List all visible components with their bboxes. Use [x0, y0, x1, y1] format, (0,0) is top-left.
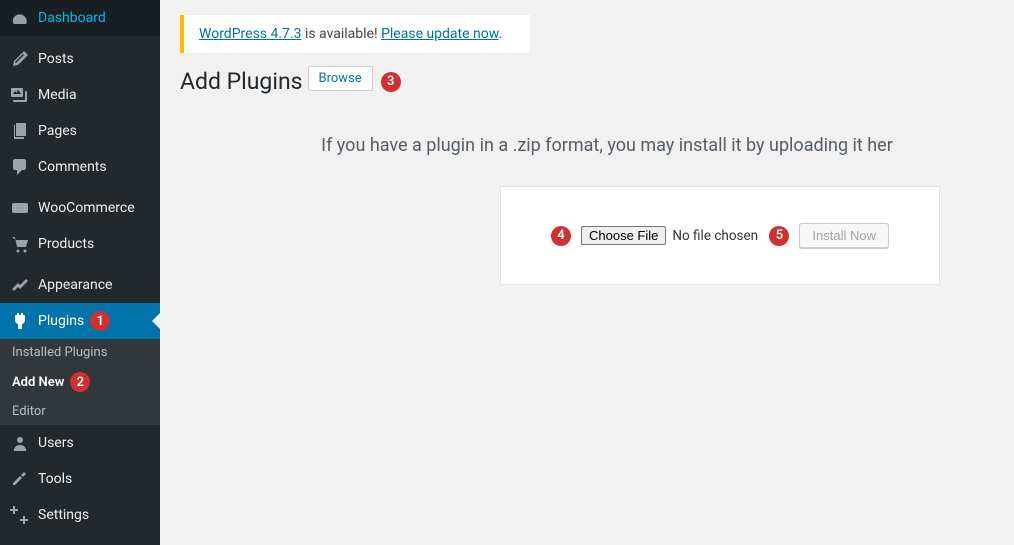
annotation-badge-1: 1 [90, 311, 110, 331]
page-icon [10, 121, 30, 141]
pin-icon [10, 49, 30, 69]
plugins-submenu: Installed Plugins Add New 2 Editor [0, 339, 160, 425]
choose-file-button[interactable]: Choose File [581, 226, 666, 245]
install-group: 5 Install Now [769, 223, 889, 248]
sidebar-item-label: Dashboard [38, 10, 106, 26]
submenu-label: Installed Plugins [12, 345, 107, 360]
sidebar-item-label: WooCommerce [38, 200, 135, 216]
media-icon [10, 85, 30, 105]
update-notice: WordPress 4.7.3 is available! Please upd… [180, 15, 530, 53]
sidebar-item-woocommerce[interactable]: WooCommerce [0, 190, 160, 226]
plugin-icon [10, 311, 30, 331]
browse-button[interactable]: Browse [308, 66, 373, 91]
sidebar-item-pages[interactable]: Pages [0, 113, 160, 149]
products-icon [10, 234, 30, 254]
main-content: WordPress 4.7.3 is available! Please upd… [160, 0, 1014, 305]
sidebar-item-label: Pages [38, 123, 77, 139]
sidebar-item-settings[interactable]: Settings [0, 497, 160, 533]
sidebar-item-tools[interactable]: Tools [0, 461, 160, 497]
sidebar-item-users[interactable]: Users [0, 425, 160, 461]
install-now-button[interactable]: Install Now [799, 223, 889, 248]
wordpress-version-link[interactable]: WordPress 4.7.3 [199, 26, 301, 42]
page-title: Add Plugins [180, 68, 303, 95]
comments-icon [10, 157, 30, 177]
notice-period: . [498, 26, 502, 42]
woocommerce-icon [10, 198, 30, 218]
sidebar-item-posts[interactable]: Posts [0, 41, 160, 77]
sidebar-item-label: Media [38, 87, 77, 103]
sidebar-item-label: Products [38, 236, 94, 252]
appearance-icon [10, 275, 30, 295]
submenu-label: Editor [12, 404, 46, 419]
users-icon [10, 433, 30, 453]
dashboard-icon [10, 8, 30, 28]
sidebar-item-label: Appearance [38, 277, 112, 293]
settings-icon [10, 505, 30, 525]
submenu-editor[interactable]: Editor [0, 398, 160, 425]
sidebar-item-plugins[interactable]: Plugins 1 [0, 303, 160, 339]
sidebar-item-label: Posts [38, 51, 74, 67]
sidebar-item-label: Comments [38, 159, 107, 175]
annotation-badge-4: 4 [551, 226, 571, 246]
sidebar-item-comments[interactable]: Comments [0, 149, 160, 185]
file-status-text: No file chosen [672, 228, 758, 244]
sidebar-item-label: Tools [38, 471, 72, 487]
sidebar-item-label: Users [38, 435, 74, 451]
sidebar-item-products[interactable]: Products [0, 226, 160, 262]
sidebar-item-dashboard[interactable]: Dashboard [0, 0, 160, 36]
file-input-group: 4 Choose File No file chosen [551, 226, 758, 246]
sidebar-item-label: Plugins [38, 313, 84, 329]
sidebar-item-appearance[interactable]: Appearance [0, 267, 160, 303]
notice-text: is available! [301, 26, 381, 42]
update-now-link[interactable]: Please update now [381, 26, 498, 42]
submenu-label: Add New [12, 375, 64, 390]
submenu-installed-plugins[interactable]: Installed Plugins [0, 339, 160, 366]
tools-icon [10, 469, 30, 489]
page-header: Add Plugins Browse 3 [180, 68, 994, 95]
upload-form: 4 Choose File No file chosen 5 Install N… [500, 186, 940, 285]
upload-instructions: If you have a plugin in a .zip format, y… [220, 135, 994, 156]
sidebar-item-media[interactable]: Media [0, 77, 160, 113]
annotation-badge-2: 2 [70, 372, 90, 392]
admin-sidebar: Dashboard Posts Media Pages Comments Woo… [0, 0, 160, 545]
submenu-add-new[interactable]: Add New 2 [0, 366, 160, 398]
sidebar-item-label: Settings [38, 507, 89, 523]
annotation-badge-5: 5 [769, 226, 789, 246]
annotation-badge-3: 3 [381, 72, 401, 92]
